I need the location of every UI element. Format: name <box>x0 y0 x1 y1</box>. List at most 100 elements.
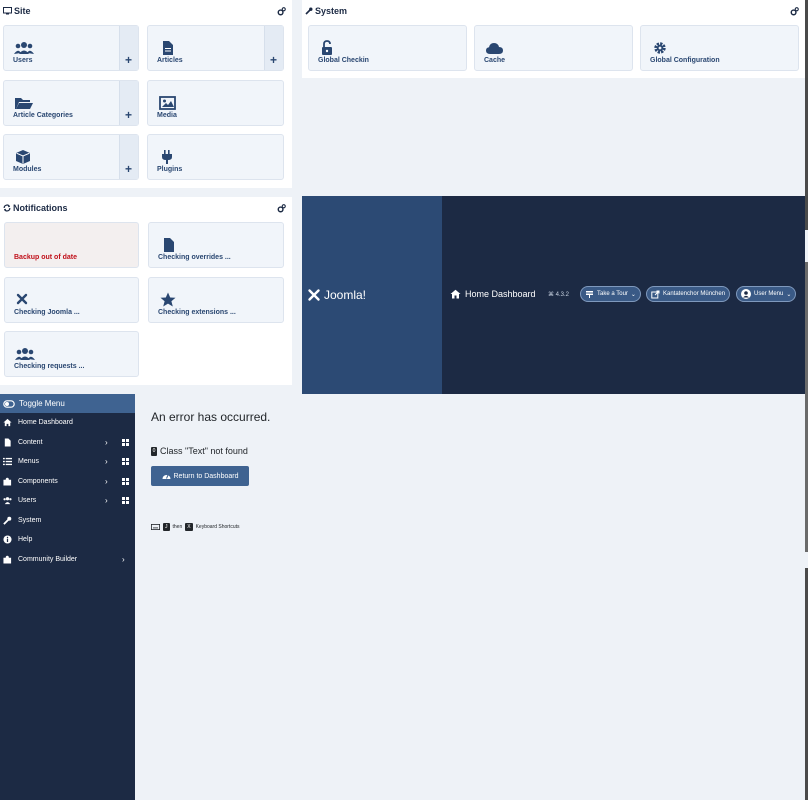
tile-checking-overrides[interactable]: Checking overrides ... <box>148 222 284 268</box>
tile-label: Plugins <box>157 166 183 173</box>
shortcut-key-j: J <box>163 523 170 531</box>
tile-backup-status[interactable]: Backup out of date <box>4 222 139 268</box>
sidebar-item-content[interactable]: Content › <box>0 433 135 453</box>
tile-label: Checking extensions ... <box>158 309 236 316</box>
folder-open-icon <box>15 98 33 109</box>
info-circle-icon <box>3 535 12 544</box>
chevron-right-icon[interactable]: › <box>105 477 108 486</box>
error-message-text: Class "Text" not found <box>160 446 248 456</box>
site-card: Site Users + Articles + Article Categori… <box>0 0 292 188</box>
logo-area[interactable]: Joomla! <box>302 196 442 394</box>
notifications-card-title: Notifications <box>13 203 68 213</box>
return-button-label: Return to Dashboard <box>173 472 239 480</box>
error-title: An error has occurred. <box>151 410 271 424</box>
tile-checking-extensions[interactable]: Checking extensions ... <box>148 277 284 323</box>
keyboard-shortcuts-hint[interactable]: J then X Keyboard Shortcuts <box>151 523 240 531</box>
plug-icon <box>162 150 172 164</box>
tile-plugins[interactable]: Plugins <box>147 134 284 180</box>
tile-label: Checking Joomla ... <box>14 309 80 316</box>
shortcut-then: then <box>172 524 183 530</box>
cogs-icon[interactable] <box>790 6 799 16</box>
sidebar-item-components[interactable]: Components › <box>0 472 135 492</box>
tile-article-categories[interactable]: Article Categories + <box>3 80 139 126</box>
system-card-title: System <box>315 6 348 16</box>
user-circle-icon <box>741 289 751 299</box>
logo-text: Joomla! <box>324 288 367 302</box>
users-icon <box>3 497 12 505</box>
sidebar-item-community-builder[interactable]: Community Builder › <box>0 550 135 570</box>
sidebar-item-system[interactable]: System <box>0 511 135 531</box>
file-icon <box>163 41 173 55</box>
chevron-down-icon: ⌄ <box>786 291 792 298</box>
site-card-title: Site <box>14 6 31 16</box>
joomla-logo[interactable]: Joomla! <box>307 288 366 302</box>
error-message: 0 Class "Text" not found <box>151 446 248 456</box>
tile-media[interactable]: Media <box>147 80 284 126</box>
dashboard-grid-icon[interactable] <box>122 477 130 485</box>
sidebar-item-menus[interactable]: Menus › <box>0 452 135 472</box>
tile-modules[interactable]: Modules + <box>3 134 139 180</box>
list-icon <box>3 458 12 466</box>
sidebar-item-home-dashboard[interactable]: Home Dashboard <box>0 413 135 433</box>
tachometer-icon <box>162 474 170 479</box>
error-code-badge: 0 <box>151 446 157 456</box>
home-icon <box>3 419 12 427</box>
sidebar-item-users[interactable]: Users › <box>0 491 135 511</box>
tile-label: Backup out of date <box>14 254 78 261</box>
cogs-icon[interactable] <box>277 6 286 16</box>
users-icon <box>15 348 35 360</box>
tile-label: Users <box>13 57 33 64</box>
tile-label: Global Configuration <box>650 57 720 64</box>
tile-checking-requests[interactable]: Checking requests ... <box>4 331 139 377</box>
tile-global-checkin[interactable]: Global Checkin <box>308 25 467 71</box>
wrench-icon <box>3 516 12 525</box>
chevron-down-icon: ⌄ <box>630 291 636 298</box>
toggle-menu-button[interactable]: Toggle Menu <box>0 394 135 413</box>
return-to-dashboard-button[interactable]: Return to Dashboard <box>151 466 249 486</box>
keyboard-icon <box>151 524 160 530</box>
add-article-button[interactable]: + <box>264 26 283 70</box>
add-category-button[interactable]: + <box>119 81 138 125</box>
tile-cache[interactable]: Cache <box>474 25 633 71</box>
tile-users[interactable]: Users + <box>3 25 139 71</box>
chevron-right-icon[interactable]: › <box>105 457 108 466</box>
site-link-button[interactable]: Kantatenchor München <box>646 286 731 302</box>
tile-global-configuration[interactable]: Global Configuration <box>640 25 799 71</box>
user-menu-button[interactable]: User Menu ⌄ <box>736 286 797 302</box>
wrench-icon <box>305 7 313 15</box>
user-menu-label: User Menu <box>754 291 784 297</box>
tile-label: Article Categories <box>13 112 73 119</box>
home-icon <box>450 289 461 299</box>
take-a-tour-button[interactable]: Take a Tour ⌄ <box>580 286 641 302</box>
chevron-right-icon[interactable]: › <box>122 555 125 564</box>
sidebar-item-help[interactable]: Help <box>0 530 135 550</box>
joomla-icon <box>308 289 320 301</box>
site-link-label: Kantatenchor München <box>663 291 726 297</box>
dashboard-grid-icon[interactable] <box>122 438 130 446</box>
file-icon <box>4 438 11 447</box>
dashboard-grid-icon[interactable] <box>122 497 130 504</box>
dashboard-grid-icon[interactable] <box>122 458 130 465</box>
add-module-button[interactable]: + <box>119 135 138 179</box>
chevron-right-icon[interactable]: › <box>105 496 108 505</box>
add-user-button[interactable]: + <box>119 26 138 70</box>
notifications-card: Notifications Backup out of date Checkin… <box>0 197 292 385</box>
sidebar: Toggle Menu Home Dashboard Content › Men… <box>0 394 135 800</box>
sync-icon <box>3 204 11 212</box>
tile-articles[interactable]: Articles + <box>147 25 284 71</box>
tile-checking-joomla[interactable]: Checking Joomla ... <box>4 277 139 323</box>
chevron-right-icon[interactable]: › <box>105 438 108 447</box>
version-label: ⌘ 4.3.2 <box>548 292 570 298</box>
page-title-text: Home Dashboard <box>465 289 536 299</box>
toggle-on-icon <box>3 399 15 408</box>
puzzle-piece-icon <box>3 477 12 486</box>
take-a-tour-label: Take a Tour <box>597 291 628 297</box>
cogs-icon[interactable] <box>277 203 286 213</box>
page-title: Home Dashboard <box>450 289 536 299</box>
signs-icon <box>586 291 593 298</box>
tile-label: Modules <box>13 166 42 173</box>
system-card-header: System <box>302 0 805 22</box>
unlock-icon <box>322 40 332 55</box>
tile-label: Global Checkin <box>318 57 369 64</box>
cube-icon <box>16 150 30 164</box>
